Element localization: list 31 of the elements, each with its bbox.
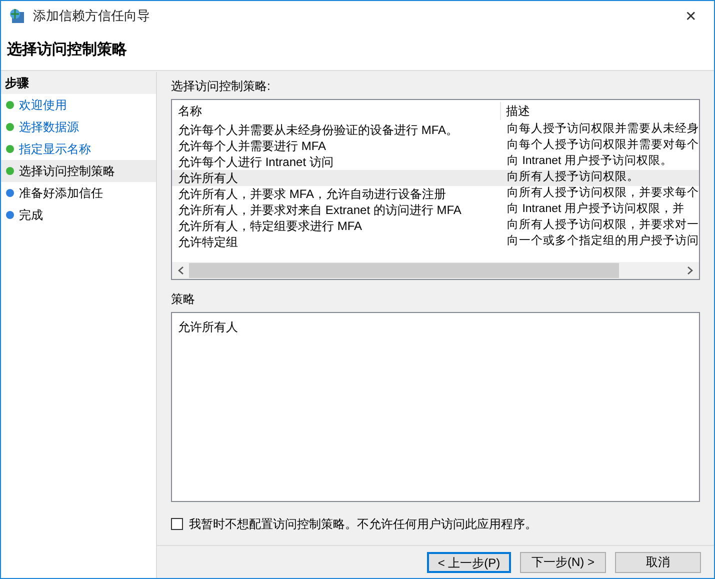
- column-header[interactable]: 名称: [178, 102, 501, 120]
- checkbox-label: 我暂时不想配置访问控制策略。不允许任何用户访问此应用程序。: [189, 516, 537, 533]
- policy-label: 策略: [171, 291, 196, 308]
- policy-row[interactable]: 允许所有人，并要求 MFA，允许自动进行设备注册 向所有人授予访问权限，并要求每个: [172, 186, 699, 202]
- horizontal-scrollbar[interactable]: [172, 262, 699, 279]
- wizard-button[interactable]: < 上一步(P): [427, 552, 511, 572]
- app-icon: [9, 8, 25, 24]
- step-item: 欢迎使用: [1, 94, 156, 116]
- policy-field[interactable]: 允许所有人: [171, 312, 700, 502]
- policy-row[interactable]: 允许所有人，并要求对来自 Extranet 的访问进行 MFA 向 Intranet 用户授予访问权限，并: [172, 202, 699, 218]
- policy-row[interactable]: 允许特定组 向一个或多个指定组的用户授予访问: [172, 234, 699, 250]
- policy-row[interactable]: 允许所有人 向所有人授予访问权限。: [172, 170, 699, 186]
- step-item: 准备好添加信任: [1, 182, 156, 204]
- window-title: 添加信赖方信任向导: [33, 7, 150, 26]
- step-item: 选择访问控制策略: [1, 160, 156, 182]
- close-button[interactable]: ✕: [676, 6, 706, 26]
- step-item: 选择数据源: [1, 116, 156, 138]
- policy-row[interactable]: 允许每个人并需要从未经身份验证的设备进行 MFA。 向每人授予访问权限并需要从未经身: [172, 122, 699, 138]
- step-item: 指定显示名称: [1, 138, 156, 160]
- policy-row[interactable]: 允许所有人，特定组要求进行 MFA 向所有人授予访问权限，并要求对一: [172, 218, 699, 234]
- policy-row[interactable]: 允许每个人并需要进行 MFA 向每个人授予访问权限并需要对每个: [172, 138, 699, 154]
- policy-list-label: 选择访问控制策略:: [171, 78, 272, 95]
- wizard-button[interactable]: 下一步(N) >: [520, 552, 606, 572]
- step-item: 完成: [1, 204, 156, 226]
- checkbox[interactable]: [171, 518, 183, 530]
- scrollbar-thumb[interactable]: [189, 263, 619, 278]
- policy-row[interactable]: 允许每个人进行 Intranet 访问 向 Intranet 用户授予访问权限。: [172, 154, 699, 170]
- wizard-button[interactable]: 取消: [615, 552, 701, 572]
- steps-heading: 步骤: [5, 75, 29, 92]
- column-header[interactable]: 描述: [501, 102, 530, 120]
- page-title: 选择访问控制策略: [7, 40, 127, 60]
